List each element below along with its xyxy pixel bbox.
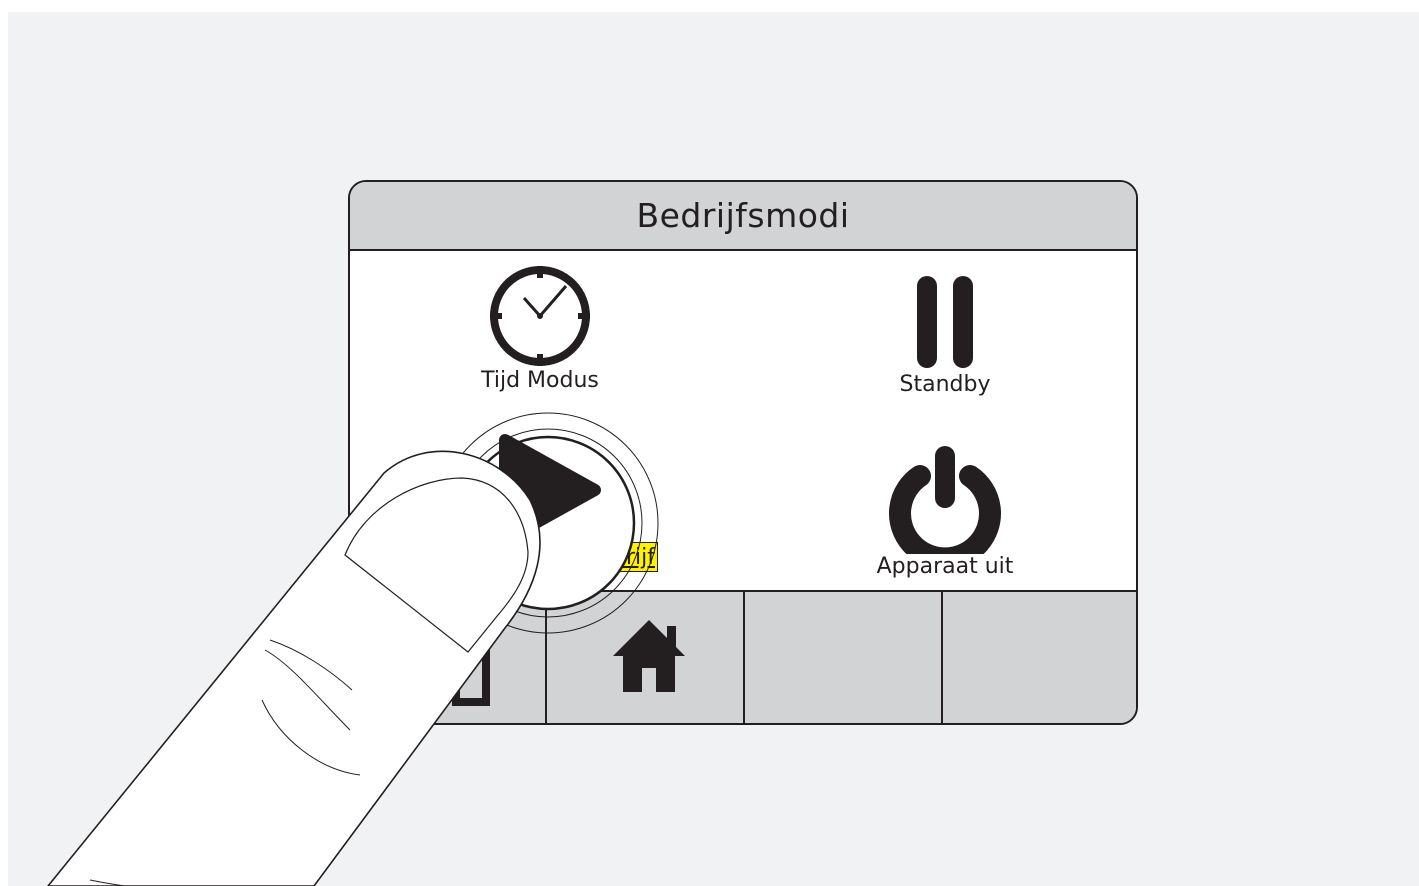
mode-label: Tijd Modus [481,368,599,393]
footer-tab-home[interactable] [547,592,745,723]
mode-label: Apparaat uit [876,554,1014,579]
clock-icon [490,266,590,366]
mode-tijd-modus[interactable]: Tijd Modus [470,264,610,393]
mode-apparaat-uit[interactable]: Apparaat uit [850,444,1040,579]
mode-highlight-label[interactable]: sch bedrijf [508,542,658,572]
device-screen: Bedrijfsmodi Tijd Modus Standby Apparaat… [348,180,1138,725]
mode-label: Standby [899,372,991,397]
back-icon [452,646,490,706]
footer-tab-back[interactable] [350,592,547,723]
home-icon [613,620,685,692]
screen-footer [350,590,1136,723]
mode-label: sch bedrijf [540,545,655,570]
illustration-canvas: Bedrijfsmodi Tijd Modus Standby Apparaat… [8,12,1419,886]
footer-tab-3[interactable] [745,592,943,723]
pause-icon [917,276,973,368]
screen-header: Bedrijfsmodi [350,182,1136,251]
footer-tab-4[interactable] [943,592,1136,723]
mode-standby[interactable]: Standby [880,270,1010,397]
power-icon [889,446,1001,554]
screen-title: Bedrijfsmodi [636,196,850,235]
